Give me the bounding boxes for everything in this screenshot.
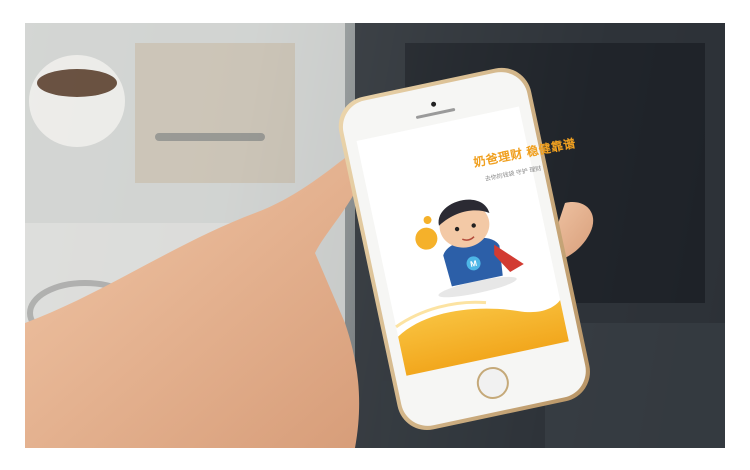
pen: [155, 133, 265, 141]
notebook: [135, 43, 295, 183]
photo-frame: M 奶爸理财 稳健靠谱 去你的钱袋 守护 理财: [25, 23, 725, 448]
coffee-cup: [29, 55, 125, 147]
scene: M: [25, 23, 725, 448]
